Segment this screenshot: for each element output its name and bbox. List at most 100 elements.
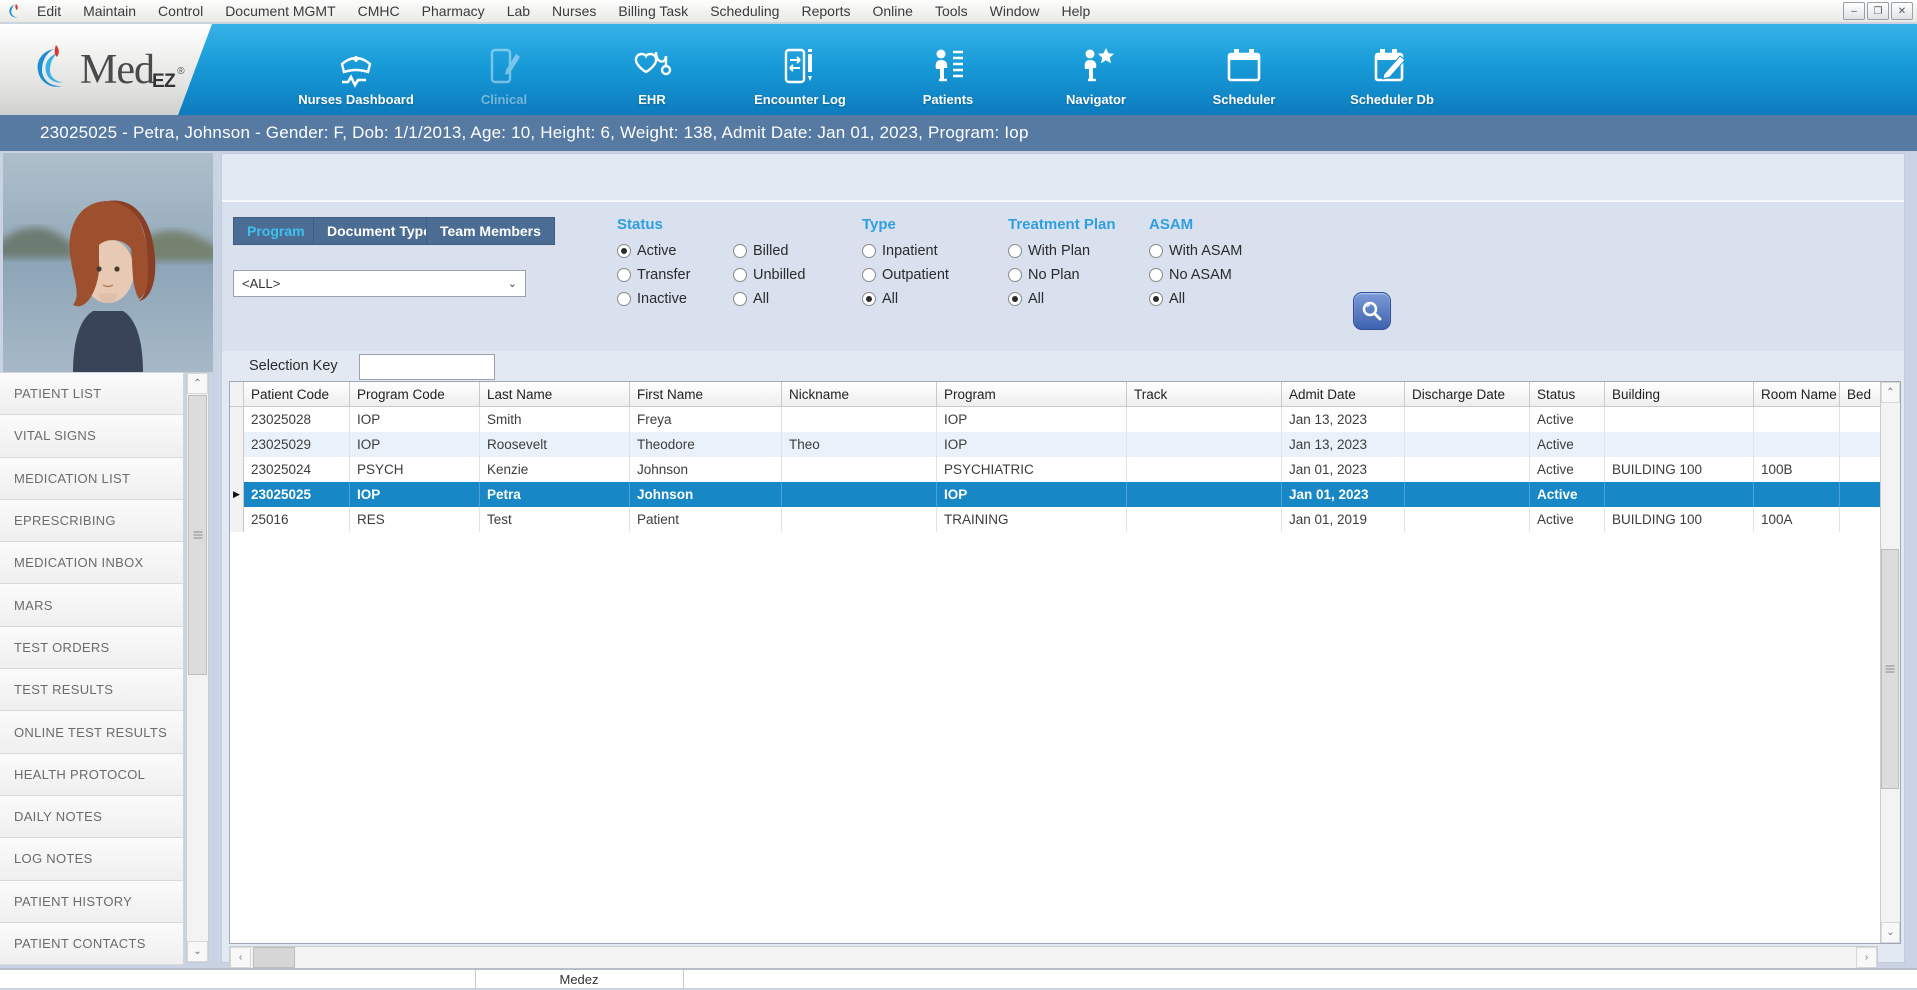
menu-item-reports[interactable]: Reports xyxy=(790,1,861,21)
toolbar-button-encounter-log[interactable]: Encounter Log xyxy=(726,24,874,115)
radio-type-all[interactable]: All xyxy=(862,290,898,308)
radio-type-outpatient[interactable]: Outpatient xyxy=(862,266,949,284)
sidebar-scroll-down-icon[interactable]: ⌄ xyxy=(187,941,208,962)
sidebar-item-patient-list[interactable]: PATIENT LIST xyxy=(0,373,183,416)
sidebar-item-vital-signs[interactable]: VITAL SIGNS xyxy=(0,415,183,458)
menu-item-lab[interactable]: Lab xyxy=(496,1,541,21)
cell-program-code: IOP xyxy=(350,407,480,432)
table-scroll-up-icon[interactable]: ⌃ xyxy=(1881,382,1900,403)
cell-last-name: Test xyxy=(480,507,630,532)
menu-item-billing-task[interactable]: Billing Task xyxy=(607,1,699,21)
toolbar-button-navigator[interactable]: Navigator xyxy=(1022,24,1170,115)
radio-status-transfer[interactable]: Transfer xyxy=(617,266,690,284)
sidebar-scrollbar[interactable]: ⌃ ⌄ xyxy=(186,372,209,963)
table-row[interactable]: 23025024 PSYCH Kenzie Johnson PSYCHIATRIC Jan… xyxy=(230,457,1881,482)
radio-status-active[interactable]: Active xyxy=(617,242,677,260)
radio-button-icon xyxy=(862,292,876,306)
menu-item-control[interactable]: Control xyxy=(147,1,214,21)
column-header-bed[interactable]: Bed xyxy=(1840,382,1881,406)
menu-item-help[interactable]: Help xyxy=(1050,1,1101,21)
column-header-program[interactable]: Program xyxy=(937,382,1127,406)
column-header-nickname[interactable]: Nickname xyxy=(782,382,937,406)
table-row[interactable]: ▶ 23025025 IOP Petra Johnson IOP Jan 01, 2023 A… xyxy=(230,482,1881,507)
table-row[interactable]: 23025029 IOP Roosevelt Theodore Theo IOP Jan 1… xyxy=(230,432,1881,457)
column-header-room-name[interactable]: Room Name xyxy=(1754,382,1840,406)
search-button[interactable] xyxy=(1353,292,1391,330)
selection-key-input[interactable] xyxy=(359,354,495,380)
sidebar-item-online-test-results[interactable]: ONLINE TEST RESULTS xyxy=(0,711,183,754)
radio-asam-no-asam[interactable]: No ASAM xyxy=(1149,266,1232,284)
radio-treatment-plan-with-plan[interactable]: With Plan xyxy=(1008,242,1090,260)
radio-treatment-plan-no-plan[interactable]: No Plan xyxy=(1008,266,1080,284)
sidebar-item-medication-list[interactable]: MEDICATION LIST xyxy=(0,457,183,500)
column-header-status[interactable]: Status xyxy=(1530,382,1605,406)
sidebar-scroll-up-icon[interactable]: ⌃ xyxy=(187,373,208,394)
cell-room-name: 100A xyxy=(1754,507,1840,532)
column-header-first-name[interactable]: First Name xyxy=(630,382,782,406)
menu-item-window[interactable]: Window xyxy=(979,1,1051,21)
cell-bed xyxy=(1840,457,1881,482)
sidebar-item-health-protocol[interactable]: HEALTH PROTOCOL xyxy=(0,753,183,796)
table-header-row: Patient Code Program Code Last Name First N… xyxy=(230,382,1881,407)
toolbar-button-nurses-dashboard[interactable]: Nurses Dashboard xyxy=(282,24,430,115)
filter-tab-program[interactable]: Program xyxy=(233,217,319,245)
sidebar-item-mars[interactable]: MARS xyxy=(0,584,183,627)
table-row[interactable]: 23025028 IOP Smith Freya IOP Jan 13, 2023 Acti… xyxy=(230,407,1881,432)
filter-tab-team-members[interactable]: Team Members xyxy=(426,217,555,245)
toolbar-button-scheduler-db[interactable]: Scheduler Db xyxy=(1318,24,1466,115)
program-dropdown[interactable]: <ALL> ⌄ xyxy=(233,270,526,297)
table-horizontal-scrollbar[interactable]: ‹ › xyxy=(229,946,1878,969)
sidebar-item-patient-contacts[interactable]: PATIENT CONTACTS xyxy=(0,922,183,966)
column-header-building[interactable]: Building xyxy=(1605,382,1754,406)
sidebar-item-test-results[interactable]: TEST RESULTS xyxy=(0,669,183,712)
cell-track xyxy=(1127,407,1282,432)
menu-item-online[interactable]: Online xyxy=(862,1,924,21)
column-header-admit-date[interactable]: Admit Date xyxy=(1282,382,1405,406)
radio-status-unbilled[interactable]: Unbilled xyxy=(733,266,805,284)
radio-status-all[interactable]: All xyxy=(733,290,769,308)
menu-item-scheduling[interactable]: Scheduling xyxy=(699,1,790,21)
sidebar-scroll-thumb[interactable] xyxy=(188,395,207,675)
radio-treatment-plan-all[interactable]: All xyxy=(1008,290,1044,308)
table-vertical-scrollbar[interactable]: ⌃ ⌄ xyxy=(1880,382,1900,943)
restore-button[interactable]: ❐ xyxy=(1867,2,1889,20)
sidebar-item-test-orders[interactable]: TEST ORDERS xyxy=(0,626,183,670)
column-header-patient-code[interactable]: Patient Code xyxy=(244,382,350,406)
table-row[interactable]: 25016 RES Test Patient TRAINING Jan 01, 2019 A… xyxy=(230,507,1881,532)
menu-item-document-mgmt[interactable]: Document MGMT xyxy=(214,1,346,21)
sidebar-item-eprescribing[interactable]: EPRESCRIBING xyxy=(0,499,183,543)
toolbar-button-scheduler[interactable]: Scheduler xyxy=(1170,24,1318,115)
sidebar-item-log-notes[interactable]: LOG NOTES xyxy=(0,838,183,881)
sidebar-item-patient-history[interactable]: PATIENT HISTORY xyxy=(0,880,183,923)
sidebar-item-medication-inbox[interactable]: MEDICATION INBOX xyxy=(0,542,183,585)
close-button[interactable]: ✕ xyxy=(1891,2,1913,20)
menu-item-nurses[interactable]: Nurses xyxy=(541,1,607,21)
column-header-discharge-date[interactable]: Discharge Date xyxy=(1405,382,1530,406)
minimize-button[interactable]: – xyxy=(1843,2,1865,20)
table-scroll-right-icon[interactable]: › xyxy=(1856,947,1877,968)
toolbar-button-ehr[interactable]: EHR xyxy=(578,24,726,115)
menu-item-cmhc[interactable]: CMHC xyxy=(347,1,411,21)
cell-building xyxy=(1605,432,1754,457)
table-vertical-scroll-thumb[interactable] xyxy=(1881,549,1899,789)
menu-item-tools[interactable]: Tools xyxy=(924,1,979,21)
toolbar-button-patients[interactable]: Patients xyxy=(874,24,1022,115)
taskbar-app-label[interactable]: Medez xyxy=(475,972,683,987)
table-horizontal-scroll-thumb[interactable] xyxy=(253,947,295,968)
column-header-track[interactable]: Track xyxy=(1127,382,1282,406)
menu-item-maintain[interactable]: Maintain xyxy=(72,1,147,21)
menu-item-pharmacy[interactable]: Pharmacy xyxy=(411,1,496,21)
radio-status-billed[interactable]: Billed xyxy=(733,242,788,260)
logo-registered-mark: ® xyxy=(177,66,185,77)
radio-status-inactive[interactable]: Inactive xyxy=(617,290,687,308)
radio-type-inpatient[interactable]: Inpatient xyxy=(862,242,938,260)
sidebar-item-daily-notes[interactable]: DAILY NOTES xyxy=(0,795,183,839)
column-header-program-code[interactable]: Program Code xyxy=(350,382,480,406)
radio-asam-all[interactable]: All xyxy=(1149,290,1185,308)
column-header-last-name[interactable]: Last Name xyxy=(480,382,630,406)
table-scroll-left-icon[interactable]: ‹ xyxy=(230,947,251,968)
cell-building xyxy=(1605,407,1754,432)
menu-item-edit[interactable]: Edit xyxy=(26,1,72,21)
table-scroll-down-icon[interactable]: ⌄ xyxy=(1881,922,1900,943)
radio-asam-with-asam[interactable]: With ASAM xyxy=(1149,242,1242,260)
